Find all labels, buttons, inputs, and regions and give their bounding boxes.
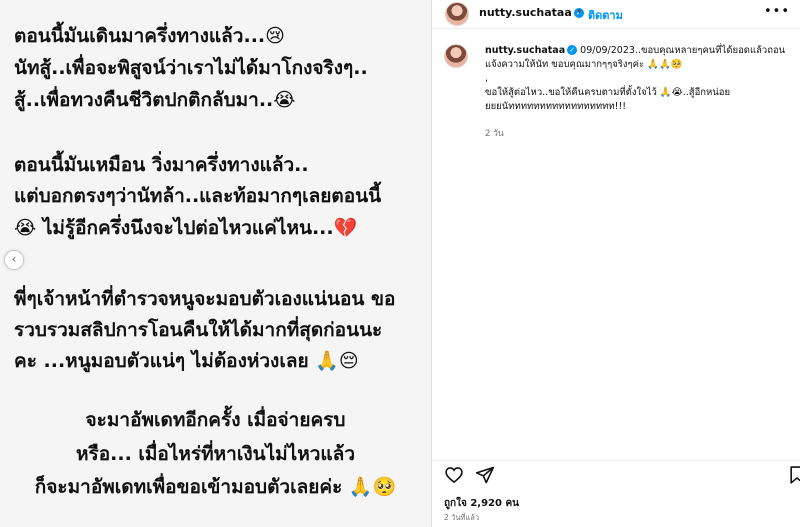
heart-icon[interactable] [444,465,464,485]
post-text-line: นัทสู้..เพื่อจะพิสูจน์ว่าเราไม่ได้มาโกงจ… [14,57,368,79]
post-text-line: คะ ...หนูมอบตัวแน่ๆ ไม่ต้องห่วงเลย 🙏😔 [14,350,359,372]
more-horizontal-icon[interactable]: ••• [764,4,790,19]
likes-count[interactable]: ถูกใจ 2,920 คน [444,496,519,511]
action-bar [432,460,800,489]
header-username-link[interactable]: nutty.suchataa ✓ [479,6,584,19]
post-caption: nutty.suchataa ✓ 09/09/2023..ขอบคุณหลายๆค… [485,44,785,114]
header-separator: • [576,5,583,18]
caption-timestamp: 2 วัน [485,129,504,139]
post-image: ตอนนี้มันเดินมาครึ่งทางแล้ว...😢 นัทสู้..… [0,0,431,527]
caption-text: ขอให้สู้ต่อไหว..ขอให้คืนครบตามที่ตั้งใจไ… [485,87,731,98]
caption-date: 09/09/2023 [580,45,635,56]
share-icon[interactable] [475,465,495,485]
caption-username-link[interactable]: nutty.suchataa [485,45,565,56]
post-text-line: ตอนนี้มันเหมือน วิ่งมาครึ่งทางแล้ว.. [14,154,309,176]
post-text-line: ตอนนี้มันเดินมาครึ่งทางแล้ว...😢 [14,25,285,47]
carousel-prev-button[interactable]: ‹ [4,250,24,270]
post-text-line: จะมาอัพเดทอีกครั้ง เมื่อจ่ายครบ [85,409,346,431]
post-text-line: สู้..เพื่อทวงคืนชีวิตปกติกลับมา..😭 [14,89,296,111]
post-text-line: ก็จะมาอัพเดทเพื่อขอเข้ามอบตัวเลยค่ะ 🙏🥺 [34,476,397,498]
follow-button[interactable]: ติดตาม [588,6,623,24]
post-text-line: หรือ... เมื่อไหร่ที่หาเงินไม่ไหวแล้ว [76,443,355,465]
post-side-panel: nutty.suchataa ✓ • ติดตาม ••• nutty.sucha… [432,0,800,527]
caption-text: ..ขอบคุณหลายๆคนที่ได้ยอดแล้วถอน [634,45,786,56]
caption-text: แจ้งความให้นัท ขอบคุณมากๆๆจริงๆค่ะ 🙏🙏🥺 [485,59,683,70]
post-text-line: 😭 ไม่รู้อีกครึ่งนึงจะไปต่อไหวแค่ไหน...💔 [14,217,358,239]
avatar[interactable] [445,2,469,26]
post-text-line: แต่บอกตรงๆว่านัทล้า..และท้อมากๆเลยตอนนี้ [14,185,382,207]
post-header: nutty.suchataa ✓ • ติดตาม ••• [432,0,800,29]
bookmark-icon[interactable] [787,465,800,485]
posted-timestamp: 2 วันที่แล้ว [444,513,480,522]
verified-badge-icon: ✓ [567,45,578,55]
post-text-line: พี่ๆเจ้าหน้าที่ตำรวจหนูจะมอบตัวเองแน่นอน… [14,288,396,310]
caption-text: , [485,73,489,84]
caption-text: ยยยนัททททททททททททททททท!!! [485,101,627,112]
post-text-line: รวบรวมสลิปการโอนคืนให้ได้มากที่สุดก่อนนะ [14,319,383,341]
chevron-left-icon: ‹ [11,252,17,266]
caption-avatar[interactable] [444,44,468,68]
